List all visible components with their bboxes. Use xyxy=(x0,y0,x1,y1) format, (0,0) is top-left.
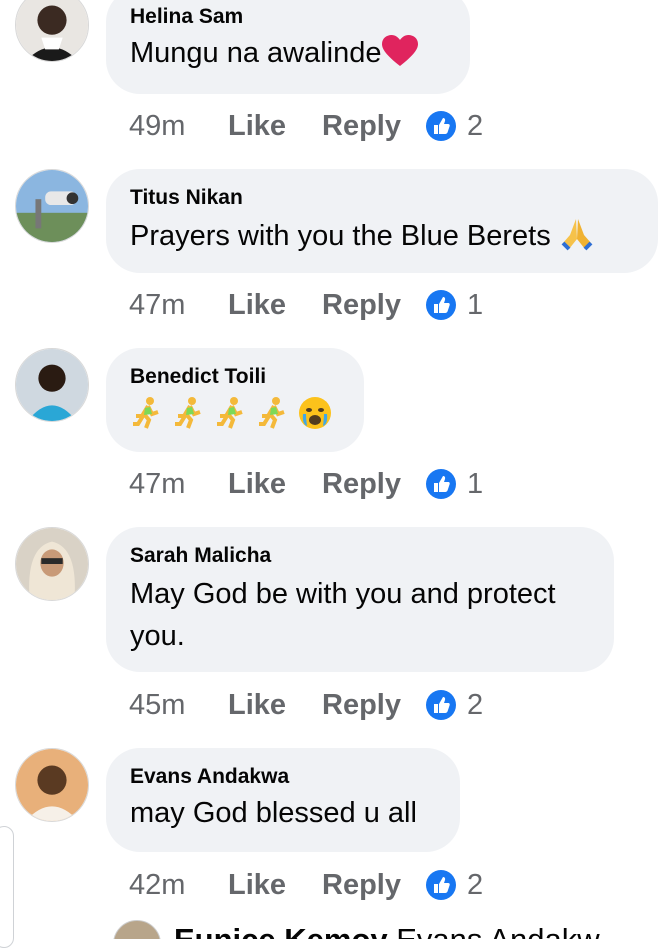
comment-text xyxy=(130,396,340,434)
comment-timestamp[interactable]: 47m xyxy=(129,468,228,501)
reaction-count[interactable]: 2 xyxy=(467,869,483,902)
comment-bubble[interactable]: Helina Sam Mungu na awalinde xyxy=(106,0,470,94)
reply-button[interactable]: Reply xyxy=(322,869,426,902)
crying-face-icon xyxy=(299,397,332,429)
running-man-icon xyxy=(259,397,285,429)
comment-timestamp[interactable]: 42m xyxy=(129,869,228,902)
comment-text: Prayers with you the Blue Berets xyxy=(130,215,634,255)
like-button[interactable]: Like xyxy=(228,289,322,322)
comment-bubble[interactable]: Benedict Toili xyxy=(106,348,364,452)
running-man-icon xyxy=(217,397,243,429)
running-man-icon xyxy=(175,397,201,429)
comment-bubble[interactable]: Titus Nikan Prayers with you the Blue Be… xyxy=(106,169,658,273)
avatar[interactable] xyxy=(113,920,161,939)
reply-button[interactable]: Reply xyxy=(322,689,426,722)
red-heart-icon xyxy=(381,35,418,66)
reply-preview-text: Eunice Kemoy Evans Andakw xyxy=(174,922,600,939)
comment-text: may God blessed u all xyxy=(130,797,417,829)
comment-actions: 42m Like Reply 2 xyxy=(129,865,483,905)
comment-author[interactable]: Helina Sam xyxy=(130,4,446,30)
comment-text: Mungu na awalinde xyxy=(130,34,446,72)
avatar[interactable] xyxy=(15,527,89,601)
comment-bubble[interactable]: Sarah Malicha May God be with you and pr… xyxy=(106,527,614,672)
like-reaction-icon[interactable] xyxy=(426,870,456,900)
reaction-count[interactable]: 2 xyxy=(467,110,483,143)
reply-button[interactable]: Reply xyxy=(322,468,426,501)
like-button[interactable]: Like xyxy=(228,689,322,722)
comment-actions: 45m Like Reply 2 xyxy=(129,685,483,725)
reaction-count[interactable]: 1 xyxy=(467,289,483,322)
comment-timestamp[interactable]: 45m xyxy=(129,689,228,722)
comment-actions: 47m Like Reply 1 xyxy=(129,285,483,325)
reaction-count[interactable]: 1 xyxy=(467,468,483,501)
comment-author[interactable]: Titus Nikan xyxy=(130,185,634,211)
comment-actions: 47m Like Reply 1 xyxy=(129,464,483,504)
like-button[interactable]: Like xyxy=(228,468,322,501)
comment-timestamp[interactable]: 49m xyxy=(129,110,228,143)
comment-bubble[interactable]: Evans Andakwa may God blessed u all xyxy=(106,748,460,852)
reply-author[interactable]: Eunice Kemoy xyxy=(174,922,388,939)
reply-mention[interactable]: Evans Andakw xyxy=(396,922,599,939)
folded-hands-icon xyxy=(561,219,593,251)
avatar[interactable] xyxy=(15,748,89,822)
avatar[interactable] xyxy=(15,348,89,422)
comment-text: May God be with you and protect you. xyxy=(130,578,556,652)
like-button[interactable]: Like xyxy=(228,869,322,902)
comment-actions: 49m Like Reply 2 xyxy=(129,106,483,146)
reply-button[interactable]: Reply xyxy=(322,110,426,143)
reply-preview[interactable]: Eunice Kemoy Evans Andakw xyxy=(0,908,672,939)
like-button[interactable]: Like xyxy=(228,110,322,143)
comment-author[interactable]: Benedict Toili xyxy=(130,364,340,390)
like-reaction-icon[interactable] xyxy=(426,290,456,320)
avatar[interactable] xyxy=(15,169,89,243)
reaction-count[interactable]: 2 xyxy=(467,689,483,722)
running-man-icon xyxy=(133,397,159,429)
reply-button[interactable]: Reply xyxy=(322,289,426,322)
like-reaction-icon[interactable] xyxy=(426,469,456,499)
avatar[interactable] xyxy=(15,0,89,62)
like-reaction-icon[interactable] xyxy=(426,111,456,141)
comment-author[interactable]: Sarah Malicha xyxy=(130,543,590,569)
comment-timestamp[interactable]: 47m xyxy=(129,289,228,322)
comment-author[interactable]: Evans Andakwa xyxy=(130,764,436,790)
like-reaction-icon[interactable] xyxy=(426,690,456,720)
